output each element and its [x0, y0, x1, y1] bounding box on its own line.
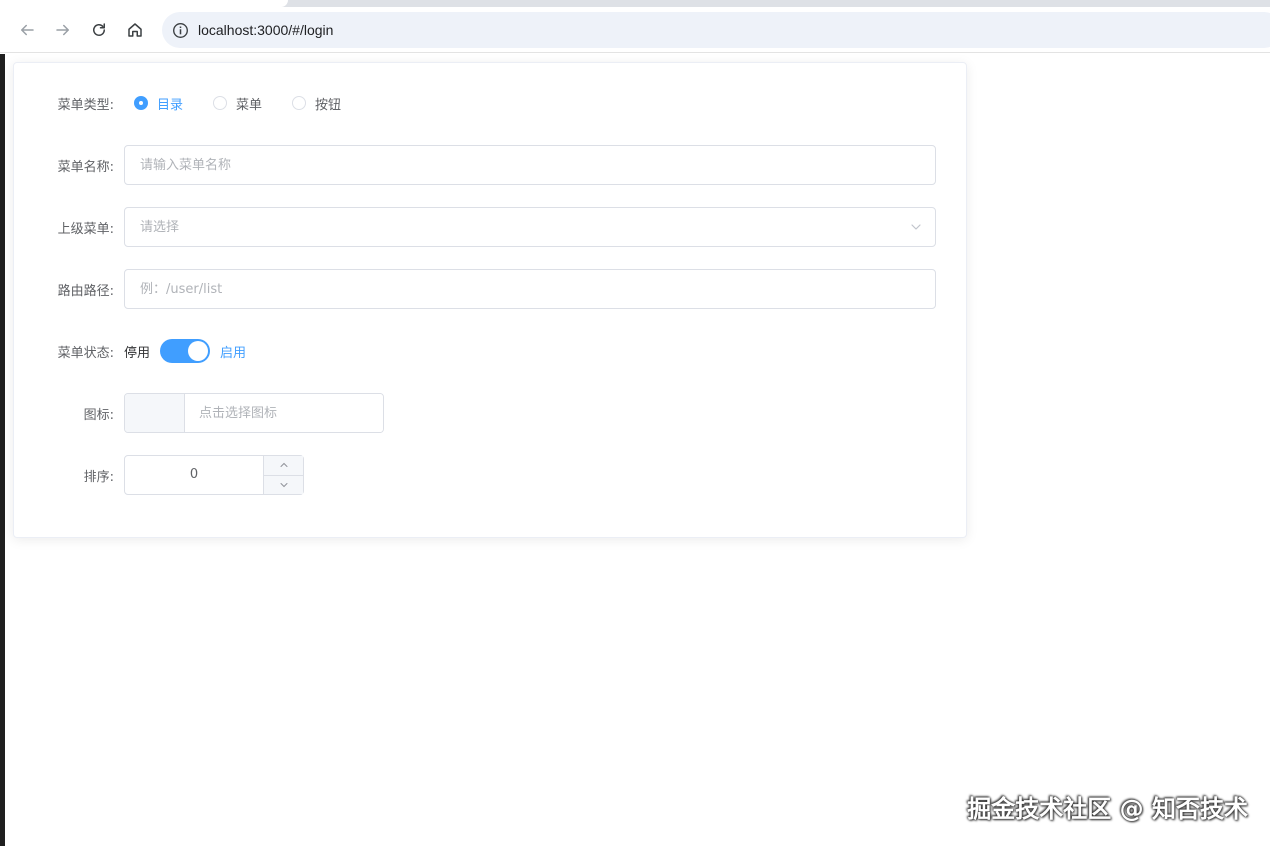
chevron-down-icon[interactable]	[910, 221, 922, 233]
back-button[interactable]	[11, 14, 43, 46]
tab-strip	[0, 0, 1270, 7]
sort-row: 排序: 0	[14, 455, 968, 495]
menu-name-row: 菜单名称:	[14, 145, 968, 185]
reload-icon	[93, 23, 105, 36]
menu-status-row: 菜单状态: 停用 启用	[14, 331, 968, 371]
menu-name-label: 菜单名称:	[57, 159, 114, 175]
route-path-control	[124, 269, 936, 309]
sort-value[interactable]: 0	[125, 456, 263, 494]
info-icon[interactable]	[170, 20, 190, 40]
menu-status-control: 停用 启用	[124, 331, 246, 371]
watermark-text: 掘金技术社区 @ 知否技术	[967, 795, 1248, 823]
menu-type-label: 菜单类型:	[57, 97, 114, 113]
radio-unchecked-icon	[213, 96, 228, 110]
home-icon	[128, 23, 142, 37]
radio-menu-label: 菜单	[236, 97, 263, 113]
parent-menu-label: 上级菜单:	[57, 221, 114, 237]
increase-button[interactable]	[264, 456, 303, 476]
menu-type-radio-group: 目录 菜单 按钮	[124, 83, 371, 123]
url-text: localhost:3000/#/login	[198, 22, 334, 38]
switch-on-text[interactable]: 启用	[220, 342, 246, 361]
route-path-input[interactable]	[124, 269, 936, 309]
radio-button-label: 按钮	[315, 97, 342, 113]
parent-menu-row: 上级菜单:	[14, 207, 968, 247]
switch-off-text[interactable]: 停用	[124, 342, 150, 361]
decrease-button[interactable]	[264, 476, 303, 495]
browser-toolbar: localhost:3000/#/login	[0, 7, 1270, 53]
icon-label: 图标:	[83, 407, 114, 423]
menu-status-label: 菜单状态:	[57, 345, 114, 361]
arrow-left-icon	[21, 24, 34, 36]
menu-form-card: 菜单类型: 目录 菜单 按钮 菜单名称: 上级菜单:	[13, 62, 967, 538]
address-bar[interactable]: localhost:3000/#/login	[162, 12, 1270, 48]
radio-menu[interactable]: 菜单	[213, 94, 262, 113]
radio-directory-label: 目录	[157, 97, 184, 113]
menu-name-input[interactable]	[124, 145, 936, 185]
number-controls	[263, 456, 303, 494]
parent-menu-select[interactable]	[124, 207, 936, 247]
menu-name-control	[124, 145, 936, 185]
chevron-down-icon	[280, 482, 287, 487]
icon-preview[interactable]	[125, 394, 185, 432]
route-path-row: 路由路径:	[14, 269, 968, 309]
radio-directory[interactable]: 目录	[134, 94, 183, 113]
sort-control: 0	[124, 455, 304, 495]
active-tab[interactable]	[0, 0, 288, 7]
icon-picker[interactable]	[124, 393, 384, 433]
arrow-right-icon	[56, 24, 69, 36]
radio-unchecked-icon	[292, 96, 307, 110]
route-path-label: 路由路径:	[57, 283, 114, 299]
menu-type-row: 菜单类型: 目录 菜单 按钮	[14, 83, 968, 123]
icon-control	[124, 393, 384, 433]
sort-label: 排序:	[83, 469, 114, 485]
icon-row: 图标:	[14, 393, 968, 433]
home-button[interactable]	[119, 14, 151, 46]
chevron-up-icon	[280, 463, 287, 468]
radio-checked-icon	[134, 96, 148, 110]
sort-number-input[interactable]: 0	[124, 455, 304, 495]
switch-knob	[188, 341, 209, 361]
radio-button[interactable]: 按钮	[292, 94, 341, 113]
icon-select-input[interactable]	[185, 394, 383, 432]
window-edge	[0, 54, 5, 846]
reload-button[interactable]	[83, 14, 115, 46]
forward-button[interactable]	[47, 14, 79, 46]
status-switch[interactable]	[160, 339, 211, 363]
parent-menu-control	[124, 207, 936, 247]
